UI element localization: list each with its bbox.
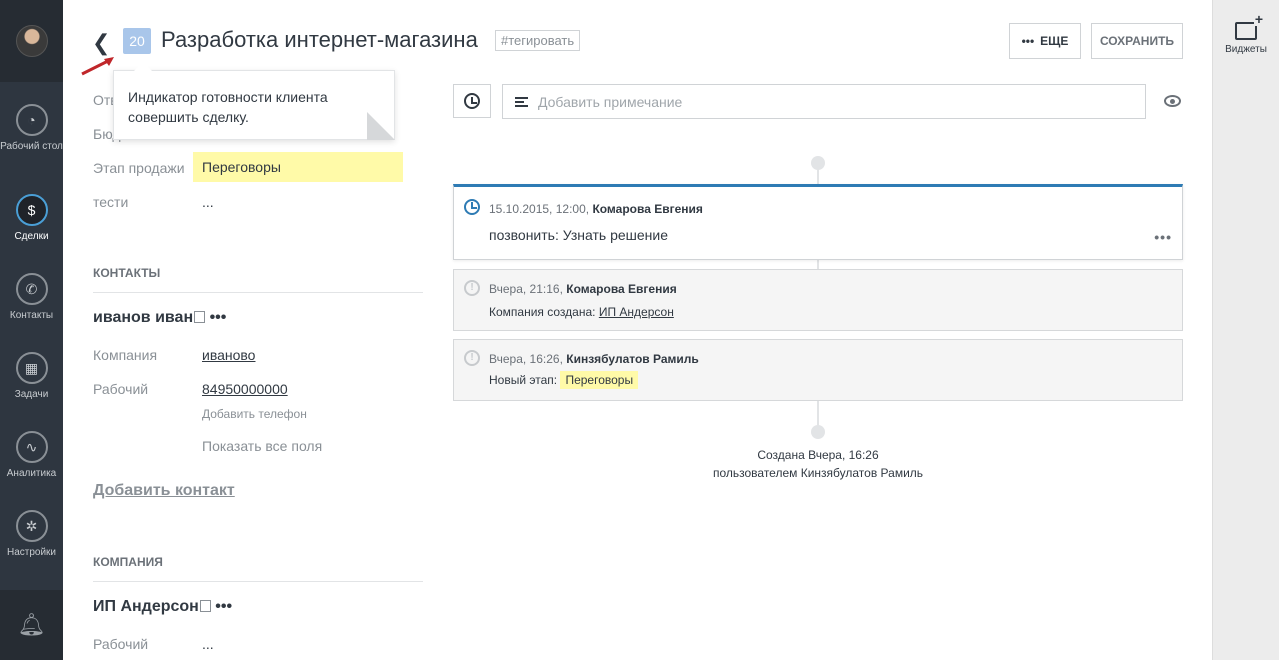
nav-item-label: Рабочий стол <box>0 141 63 152</box>
more-label: ЕЩЕ <box>1040 34 1069 48</box>
event-author[interactable]: Кинзябулатов Рамиль <box>566 352 699 366</box>
add-phone-link[interactable]: Добавить телефон <box>202 407 307 421</box>
company-section-title: КОМПАНИЯ <box>93 555 423 582</box>
contacts-section-title: КОНТАКТЫ <box>93 266 423 293</box>
bell-phone-icon[interactable]: 🔔︎ <box>0 590 63 660</box>
note-lines-icon <box>515 96 528 107</box>
eye-icon[interactable] <box>1164 95 1181 107</box>
stage-label: Этап продажи <box>93 160 185 176</box>
back-chevron-icon[interactable]: ❮ <box>92 30 110 56</box>
clock-icon <box>464 93 480 109</box>
more-dots-icon: ••• <box>1021 34 1035 48</box>
task-clock-button[interactable] <box>453 84 491 118</box>
show-all-fields-link[interactable]: Показать все поля <box>202 438 322 454</box>
contact-name[interactable]: иванов иван <box>93 309 193 326</box>
red-arrow-annotation <box>81 57 114 76</box>
contact-name-row[interactable]: иванов иван ••• <box>93 309 226 327</box>
contact-company-label: Компания <box>93 347 158 363</box>
stage-select[interactable]: Переговоры <box>193 152 403 182</box>
nav-item-label: Аналитика <box>6 468 57 479</box>
info-icon: ! <box>464 280 480 296</box>
task-text: позвонить: Узнать решение <box>489 227 668 243</box>
contact-phone-link[interactable]: 84950000000 <box>202 381 288 397</box>
timeline-dot <box>811 156 825 170</box>
dollar-icon: $ <box>15 194 48 226</box>
chart-icon: ∿ <box>15 431 48 463</box>
contact-card-icon[interactable] <box>194 311 206 323</box>
calendar-icon: ▦ <box>15 352 48 384</box>
readiness-score-badge[interactable]: 20 <box>123 28 151 54</box>
event-date: Вчера, 21:16, <box>489 282 563 296</box>
event-stage-badge: Переговоры <box>560 371 639 389</box>
event-company-link[interactable]: ИП Андерсон <box>599 305 674 319</box>
nav-item-label: Настройки <box>6 547 57 558</box>
timeline-dot <box>811 425 825 439</box>
test-label: тести <box>93 194 129 210</box>
tooltip-fold <box>367 112 395 140</box>
nav-item-tasks[interactable]: ▦ Задачи <box>0 352 63 400</box>
tooltip-text: Индикатор готовности клиента совершить с… <box>128 89 328 125</box>
add-widget-icon <box>1235 12 1264 40</box>
nav-item-contacts[interactable]: ✆ Контакты <box>0 273 63 321</box>
company-work-label: Рабочий <box>93 636 149 652</box>
contact-company-link[interactable]: иваново <box>202 347 255 363</box>
deal-title[interactable]: Разработка интернет-магазина <box>161 27 478 53</box>
event-text: Компания создана: <box>489 305 596 319</box>
nav-item-settings[interactable]: ✲ Настройки <box>0 510 63 558</box>
nav-item-label: Задачи <box>14 389 49 400</box>
event-meta: Вчера, 21:16, Комарова Евгения <box>489 282 677 296</box>
task-author[interactable]: Комарова Евгения <box>592 202 702 216</box>
avatar[interactable] <box>15 25 48 57</box>
phone-icon: ✆ <box>15 273 48 305</box>
event-date: Вчера, 16:26, <box>489 352 563 366</box>
readiness-tooltip: Индикатор готовности клиента совершить с… <box>113 62 395 140</box>
nav-item-dashboard[interactable]: ◔ Рабочий стол <box>0 104 63 152</box>
event-meta: Вчера, 16:26, Кинзябулатов Рамиль <box>489 352 699 366</box>
note-placeholder: Добавить примечание <box>538 93 683 110</box>
task-more-icon[interactable]: ••• <box>1154 229 1172 245</box>
nav-item-deals[interactable]: $ Сделки <box>0 194 63 242</box>
nav-item-label: Контакты <box>9 310 54 321</box>
tooltip-notch <box>134 62 152 71</box>
event-author[interactable]: Комарова Евгения <box>566 282 676 296</box>
event-body: Компания создана: ИП Андерсон <box>489 305 674 319</box>
main-nav: ◔ Рабочий стол $ Сделки ✆ Контакты ▦ Зад… <box>0 0 63 660</box>
contact-work-label: Рабочий <box>93 381 149 397</box>
task-clock-icon <box>464 199 480 215</box>
avatar-area <box>0 0 63 82</box>
created-info: Создана Вчера, 16:26 пользователем Кинзя… <box>618 446 1018 482</box>
event-card: ! Вчера, 21:16, Комарова Евгения Компани… <box>453 269 1183 331</box>
event-body: Новый этап: Переговоры <box>489 371 639 389</box>
company-work-value[interactable]: ... <box>202 636 214 652</box>
gear-icon: ✲ <box>15 510 48 542</box>
note-input[interactable]: Добавить примечание <box>502 84 1146 119</box>
task-date: 15.10.2015, 12:00, <box>489 202 590 216</box>
nav-item-label: Сделки <box>14 231 49 242</box>
add-contact-link[interactable]: Добавить контакт <box>93 482 235 500</box>
created-line-2: пользователем Кинзябулатов Рамиль <box>712 466 924 480</box>
save-button[interactable]: СОХРАНИТЬ <box>1091 23 1183 59</box>
created-line-1: Создана Вчера, 16:26 <box>757 448 879 462</box>
contact-more-icon[interactable]: ••• <box>210 309 227 326</box>
more-button[interactable]: ••• ЕЩЕ <box>1009 23 1081 59</box>
widgets-label: Виджеты <box>1225 44 1267 55</box>
company-name-row[interactable]: ИП Андерсон ••• <box>93 598 232 616</box>
nav-item-analytics[interactable]: ∿ Аналитика <box>0 431 63 479</box>
company-card-icon[interactable] <box>199 600 211 612</box>
task-meta: 15.10.2015, 12:00, Комарова Евгения <box>489 202 703 216</box>
company-more-icon[interactable]: ••• <box>215 598 232 615</box>
tag-button[interactable]: #тегировать <box>495 30 581 51</box>
test-value[interactable]: ... <box>202 194 214 210</box>
widgets-panel[interactable]: Виджеты <box>1212 0 1279 660</box>
info-icon: ! <box>464 350 480 366</box>
company-name[interactable]: ИП Андерсон <box>93 598 199 615</box>
gauge-icon: ◔ <box>15 104 48 136</box>
task-card[interactable]: 15.10.2015, 12:00, Комарова Евгения позв… <box>453 184 1183 260</box>
event-text: Новый этап: <box>489 373 558 387</box>
event-card: ! Вчера, 16:26, Кинзябулатов Рамиль Новы… <box>453 339 1183 401</box>
